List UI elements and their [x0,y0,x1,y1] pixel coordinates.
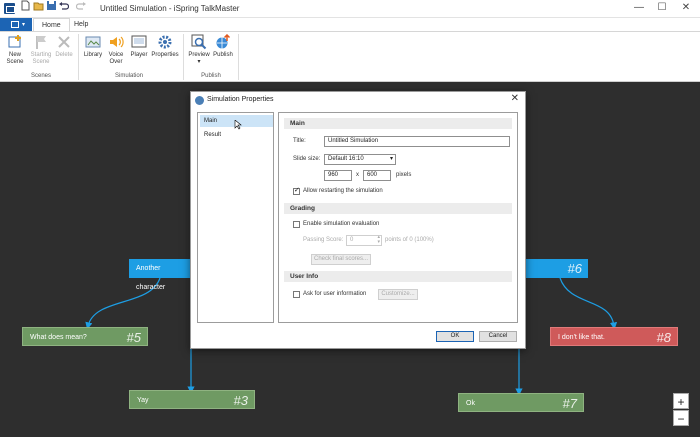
title-input[interactable]: Untitled Simulation [324,136,510,147]
enable-evaluation-checkbox[interactable] [293,221,300,228]
allow-restart-label: Allow restarting the simulation [303,188,383,194]
cancel-button[interactable]: Cancel [479,331,517,342]
publish-button[interactable]: Publish [211,33,235,59]
minimize-button[interactable]: — [630,2,648,14]
preview-icon [191,34,207,50]
maximize-button[interactable]: ☐ [653,2,671,14]
ask-user-info-checkbox[interactable] [293,291,300,298]
chevron-down-icon: ▾ [197,59,201,65]
group-label-scenes: Scenes [30,73,51,79]
ok-button[interactable]: OK [436,331,474,342]
starting-scene-button[interactable]: Starting Scene [29,34,53,66]
properties-nav: Main Result [197,112,274,323]
menu-icon [11,21,19,28]
scene-node[interactable]: Yay #3 [129,390,255,409]
library-icon [85,34,101,50]
node-number: #3 [233,393,248,408]
voice-over-button[interactable]: Voice Over [105,34,127,66]
node-number: #8 [656,330,671,345]
zoom-in-button[interactable]: + [673,393,689,409]
stepper-arrows-icon: ▴ ▾ [377,234,380,245]
properties-button[interactable]: Properties [151,34,179,59]
scene-node[interactable]: I don't like that. #8 [550,327,678,346]
file-menu-button[interactable]: ▾ [0,18,32,31]
customize-button[interactable]: Customize... [378,289,418,300]
node-number: #5 [126,330,141,345]
speaker-icon [108,34,124,50]
passing-score-label: Passing Score: [303,237,344,243]
dialog-title: Simulation Properties [207,96,274,103]
group-label-simulation: Simulation [114,73,143,79]
player-button[interactable]: Player [128,34,150,59]
node-number: #7 [562,396,577,411]
ribbon-separator [78,34,79,80]
section-header-main: Main [284,118,512,129]
ask-user-info-label: Ask for user information [303,291,367,297]
pixels-label: pixels [396,172,412,178]
dialog-close-button[interactable]: ✕ [511,93,519,104]
open-folder-icon[interactable] [33,0,44,13]
check-final-scores-button[interactable]: Check final scores... [311,254,371,265]
allow-restart-checkbox[interactable] [293,186,300,195]
chevron-down-icon: ▾ [22,22,26,28]
ribbon-separator [183,34,184,80]
save-icon[interactable] [46,0,57,13]
title-label: Title: [293,138,306,144]
chevron-down-icon: ▾ [389,156,393,162]
scene-node[interactable]: Ok #7 [458,393,584,412]
section-header-grading: Grading [284,203,512,214]
player-icon [131,34,147,50]
new-scene-icon [7,34,23,50]
gear-icon [157,34,173,50]
preview-button[interactable]: Preview ▾ [187,34,211,66]
section-header-user-info: User Info [284,271,512,282]
undo-icon[interactable] [58,0,70,13]
group-label-publish: Publish [201,73,221,79]
points-of-label: points of 0 (100%) [385,237,434,243]
delete-icon [56,34,72,50]
scene-node[interactable]: #6 [526,259,588,278]
slide-size-label: Slide size: [293,156,321,162]
app-logo-icon [4,3,15,14]
gear-icon [195,96,204,105]
delete-button[interactable]: Delete [53,34,75,59]
window-title: Untitled Simulation - iSpring TalkMaster [100,4,240,13]
scene-node[interactable]: Another character [129,259,191,291]
zoom-out-button[interactable]: − [673,410,689,426]
tab-home[interactable]: Home [33,18,70,32]
passing-score-stepper[interactable]: 0 ▴ ▾ [346,235,382,246]
new-doc-icon[interactable] [20,0,31,13]
flag-icon [33,34,49,50]
scene-node[interactable]: What does mean? #5 [22,327,148,346]
library-button[interactable]: Library [82,34,104,59]
publish-globe-icon [215,33,231,50]
slide-size-select[interactable]: Default 16:10 ▾ [324,154,396,165]
new-scene-button[interactable]: New Scene [4,34,26,66]
width-input[interactable]: 960 [324,170,352,181]
height-input[interactable]: 600 [363,170,391,181]
dimension-x-label: x [356,172,359,178]
properties-panel: Main Title: Untitled Simulation Slide si… [278,112,518,323]
enable-evaluation-label: Enable simulation evaluation [303,221,380,227]
nav-item-result[interactable]: Result [200,129,273,141]
ribbon-separator [238,34,239,80]
node-number: #6 [567,261,582,276]
simulation-properties-dialog: Simulation Properties ✕ Main Result Main… [190,91,526,349]
close-button[interactable]: ✕ [677,2,695,14]
mouse-cursor-icon [234,120,242,130]
redo-icon[interactable] [75,0,87,13]
tab-help[interactable]: Help [66,18,96,32]
